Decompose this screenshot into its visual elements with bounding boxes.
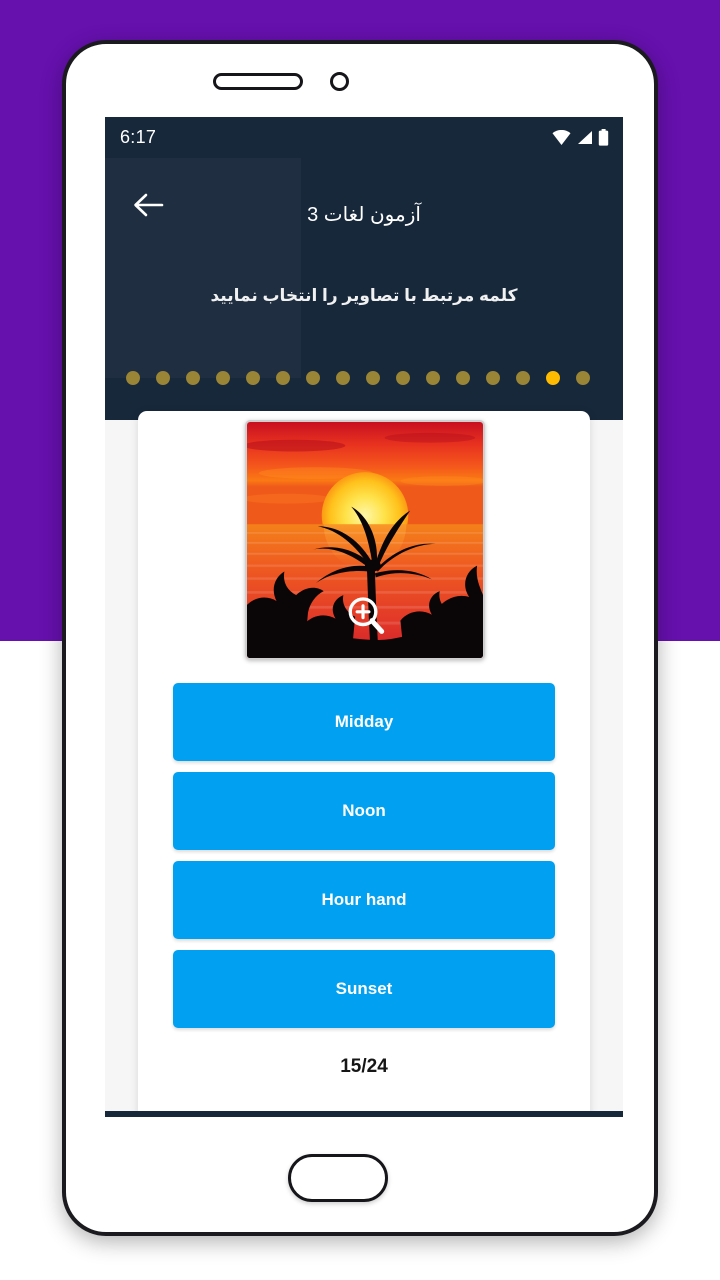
wifi-icon [552,130,571,145]
progress-dot [246,371,260,385]
question-counter: 15/24 [340,1056,388,1077]
page-title: آزمون لغات 3 [307,204,421,226]
progress-dot [366,371,380,385]
home-button[interactable] [288,1154,388,1202]
progress-dot [306,371,320,385]
progress-dot [156,371,170,385]
progress-dot [216,371,230,385]
front-camera-icon [330,72,349,91]
answer-options: Midday Noon Hour hand Sunset [173,683,555,1039]
app-header: آزمون لغات 3 کلمه مرتبط با تصاویر را انت… [105,158,623,420]
progress-dot [456,371,470,385]
answer-option-4[interactable]: Sunset [173,950,555,1028]
progress-dots [105,358,623,398]
battery-icon [598,129,609,146]
progress-dot [576,371,590,385]
answer-option-2[interactable]: Noon [173,772,555,850]
answer-option-3[interactable]: Hour hand [173,861,555,939]
question-image[interactable] [245,420,485,660]
question-card: Midday Noon Hour hand Sunset 15/24 [138,411,590,1117]
progress-dot [426,371,440,385]
sunset-palm-tree-photo [247,422,483,658]
status-bar-icons [552,129,609,146]
status-bar-clock: 6:17 [120,127,157,147]
status-bar: 6:17 [105,117,623,158]
progress-dot [276,371,290,385]
progress-dot [186,371,200,385]
speaker-slot-icon [213,73,303,90]
progress-dot [546,371,560,385]
progress-dot [336,371,350,385]
question-instruction: کلمه مرتبط با تصاویر را انتخاب نمایید [210,286,518,305]
phone-screen: 6:17 آزمون لغات 3 کلمه مرتبط با تصاویر ر… [105,117,623,1117]
progress-dot [396,371,410,385]
progress-dot [126,371,140,385]
answer-option-1[interactable]: Midday [173,683,555,761]
app-bottom-bar [105,1111,623,1117]
signal-icon [578,131,592,144]
progress-dot [516,371,530,385]
progress-dot [486,371,500,385]
phone-device-frame: 6:17 آزمون لغات 3 کلمه مرتبط با تصاویر ر… [62,40,658,1236]
